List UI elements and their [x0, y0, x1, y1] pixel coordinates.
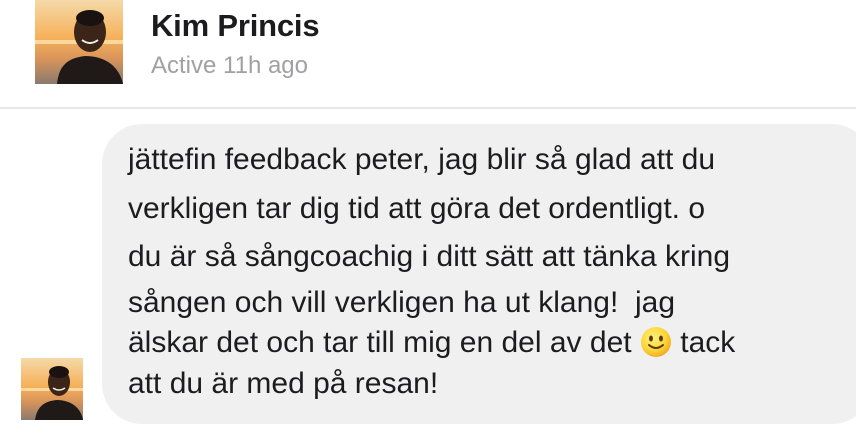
message-line: sången och vill verkligen ha ut klang! j… — [128, 286, 676, 319]
message-line-text: älskar det och tar till mig en del av de… — [128, 326, 640, 359]
profile-photo-icon — [21, 358, 83, 420]
profile-photo-icon — [35, 0, 123, 84]
message-bubble[interactable]: jättefin feedback peter, jag blir så gla… — [102, 124, 856, 424]
chat-header: Kim Princis Active 11h ago — [0, 0, 856, 109]
contact-name[interactable]: Kim Princis — [151, 8, 320, 44]
active-status: Active 11h ago — [151, 52, 308, 79]
message-line-text: tack — [671, 326, 736, 359]
message-sender-avatar[interactable] — [21, 358, 83, 420]
chat-screen: Kim Princis Active 11h ago jättefin feed… — [0, 0, 856, 447]
message-line: du är så sångcoachig i ditt sätt att tän… — [128, 240, 731, 273]
message-line: att du är med på resan! — [128, 367, 439, 400]
header-divider — [0, 107, 856, 109]
message-line: jättefin feedback peter, jag blir så gla… — [128, 143, 716, 176]
message-line: verkligen tar dig tid att göra det orden… — [128, 192, 706, 225]
message-line-with-emoji: älskar det och tar till mig en del av de… — [128, 326, 735, 358]
slightly-smiling-face-icon — [640, 326, 672, 358]
contact-avatar[interactable] — [35, 0, 123, 84]
